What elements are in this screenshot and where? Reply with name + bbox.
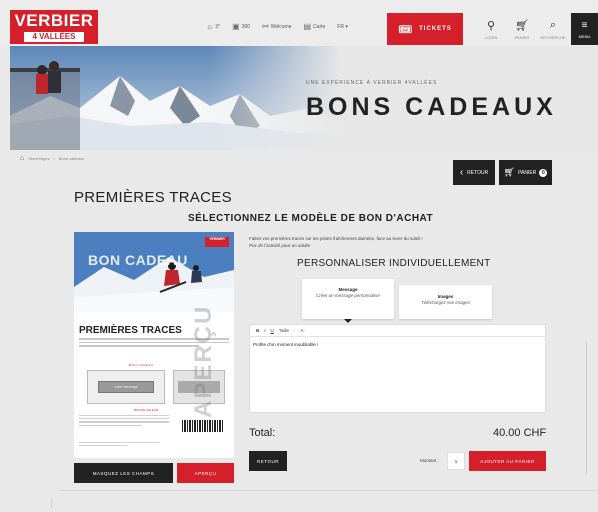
search-icon: ⌕ [549,18,557,31]
toolbar-separator: · [294,328,296,333]
hero-title: BONS CADEAUX [306,93,557,121]
mask-fields-button[interactable]: MASQUEZ LES CHAMPS [74,463,173,483]
activity-description: Faites vos premières traces sur les pist… [249,236,423,248]
search-button[interactable]: ⌕ RECHERCHE [539,13,567,45]
voucher-footer [79,442,159,448]
scrollbar[interactable] [586,342,587,474]
tickets-button[interactable]: 🎟 TICKETS [387,13,463,45]
top-nav: ☼ 3° ▣ 300 ⚯ Welcome ▤ Carte FR ▾ [206,22,348,31]
hero-banner: UNE EXPÉRIENCE À VERBIER 4VALLÉES BONS C… [10,46,598,150]
back-button[interactable]: ‹ RETOUR [453,160,495,185]
voucher-headline: BON CADEAU [88,252,188,268]
verbier-logo[interactable]: VERBIER 4 VALLÉES [10,10,98,44]
breadcrumb: ⌂ Stoneridges / Bons cadeaux [20,155,85,162]
voucher-tag: BON CADEAU [129,363,154,367]
return-button[interactable]: RETOUR [249,451,287,471]
language-select[interactable]: FR ▾ [337,22,348,31]
handshake-icon: ⚯ [262,22,269,31]
voucher-message-label: Votre message [114,385,138,389]
nav-map[interactable]: ▤ Carte [303,22,325,31]
nav-weather[interactable]: ☼ 3° [206,22,220,31]
section-title: SÉLECTIONNEZ LE MODÈLE DE BON D'ACHAT [188,213,434,224]
page-title: PREMIÈRES TRACES [74,189,232,206]
preview-button[interactable]: APERÇU [177,463,234,483]
hamburger-icon: ≡ [581,19,588,31]
text-color-button[interactable]: A· [301,328,306,333]
cart-icon: 🛒︎ [503,167,516,177]
voucher-title: PREMIÈRES TRACES [79,325,182,336]
preview-watermark: APERÇU [190,304,217,418]
home-icon[interactable]: ⌂ [20,155,24,162]
divider-tick [51,498,52,508]
personalize-title: PERSONNALISER INDIVIDUELLEMENT [297,258,491,269]
add-to-cart-button[interactable]: AJOUTER AU PANIER [469,451,546,471]
menu-button[interactable]: ≡ MENU [571,13,598,45]
login-button[interactable]: ⚲ LOGIN [477,13,505,45]
tab-images[interactable]: Images Téléchargez vos images [399,285,492,319]
cart-button[interactable]: 🛒︎ PANIER 0 [499,160,552,185]
quantity-input[interactable]: 1 [447,452,465,470]
total-label: Total: [249,427,276,439]
user-icon: ⚲ [486,19,496,32]
message-editor[interactable]: B I U Taille · A· Profite d'un moment in… [249,324,546,413]
voucher-logo: VERBIER [205,237,229,247]
logo-text: VERBIER [14,11,94,30]
map-icon: ▤ [303,22,312,31]
site-header: VERBIER 4 VALLÉES ☼ 3° ▣ 300 ⚯ Welcome ▤ Car… [0,0,598,46]
message-text[interactable]: Profite d'un moment inoubliable ! [250,337,545,352]
voucher-message-box: Votre message [87,370,165,404]
editor-toolbar: B I U Taille · A· [250,325,545,337]
ticket-icon: 🎟 [398,23,414,36]
active-tab-indicator [344,319,352,323]
cart-count-badge: 0 [539,168,548,177]
divider [60,490,598,491]
bold-button[interactable]: B [256,328,259,333]
total-value: 40.00 CHF [493,427,547,439]
voucher-value-tag: BON DE VALEUR [134,408,159,412]
italic-button[interactable]: I [264,328,265,333]
chevron-left-icon: ‹ [459,167,464,178]
amount-label: Montant : [420,458,439,463]
tab-message[interactable]: Message Créer un message personnalisé [302,279,394,319]
font-size-select[interactable]: Taille [279,328,289,333]
header-cart-button[interactable]: 🛒︎ PANIER [508,13,536,45]
barcode [182,420,224,432]
voucher-details [79,415,169,428]
sun-icon: ☼ [206,22,214,31]
breadcrumb-item[interactable]: Stoneridges [28,156,49,161]
hero-subtitle: UNE EXPÉRIENCE À VERBIER 4VALLÉES [306,80,438,86]
breadcrumb-current: Bons cadeaux [58,156,85,161]
camera-icon: ▣ [232,22,240,31]
nav-webcams[interactable]: ▣ 300 [232,22,250,31]
logo-subtext: 4 VALLÉES [24,32,84,42]
underline-button[interactable]: U [271,328,274,333]
nav-welcome[interactable]: ⚯ Welcome [262,22,291,31]
cart-icon: 🛒︎ [515,19,529,32]
